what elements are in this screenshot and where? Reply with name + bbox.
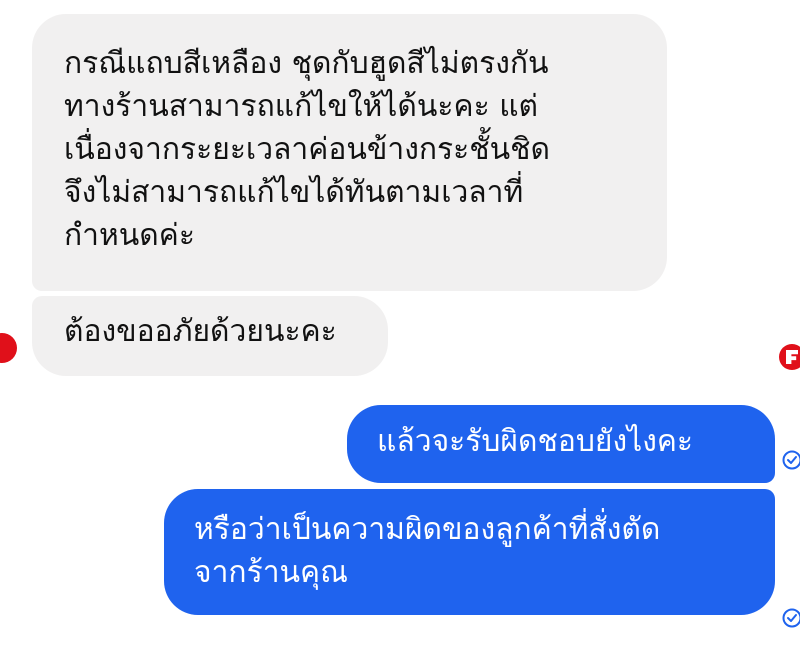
outgoing-message-bubble[interactable]: แล้วจะรับผิดชอบยังไงคะ	[347, 405, 775, 483]
chat-conversation: กรณีแถบสีเหลือง ชุดกับฮูดสีไม่ตรงกัน ทาง…	[0, 0, 800, 654]
incoming-message-bubble[interactable]: กรณีแถบสีเหลือง ชุดกับฮูดสีไม่ตรงกัน ทาง…	[32, 14, 667, 291]
outgoing-message-bubble[interactable]: หรือว่าเป็นความผิดของลูกค้าที่สั่งตัด จา…	[164, 489, 775, 615]
incoming-message-bubble[interactable]: ต้องขออภัยด้วยนะคะ	[32, 296, 388, 376]
shop-avatar-icon[interactable]	[0, 333, 17, 363]
seen-avatar-icon	[779, 344, 800, 370]
sent-check-circle-icon	[782, 608, 800, 628]
sent-check-circle-icon	[782, 450, 800, 470]
